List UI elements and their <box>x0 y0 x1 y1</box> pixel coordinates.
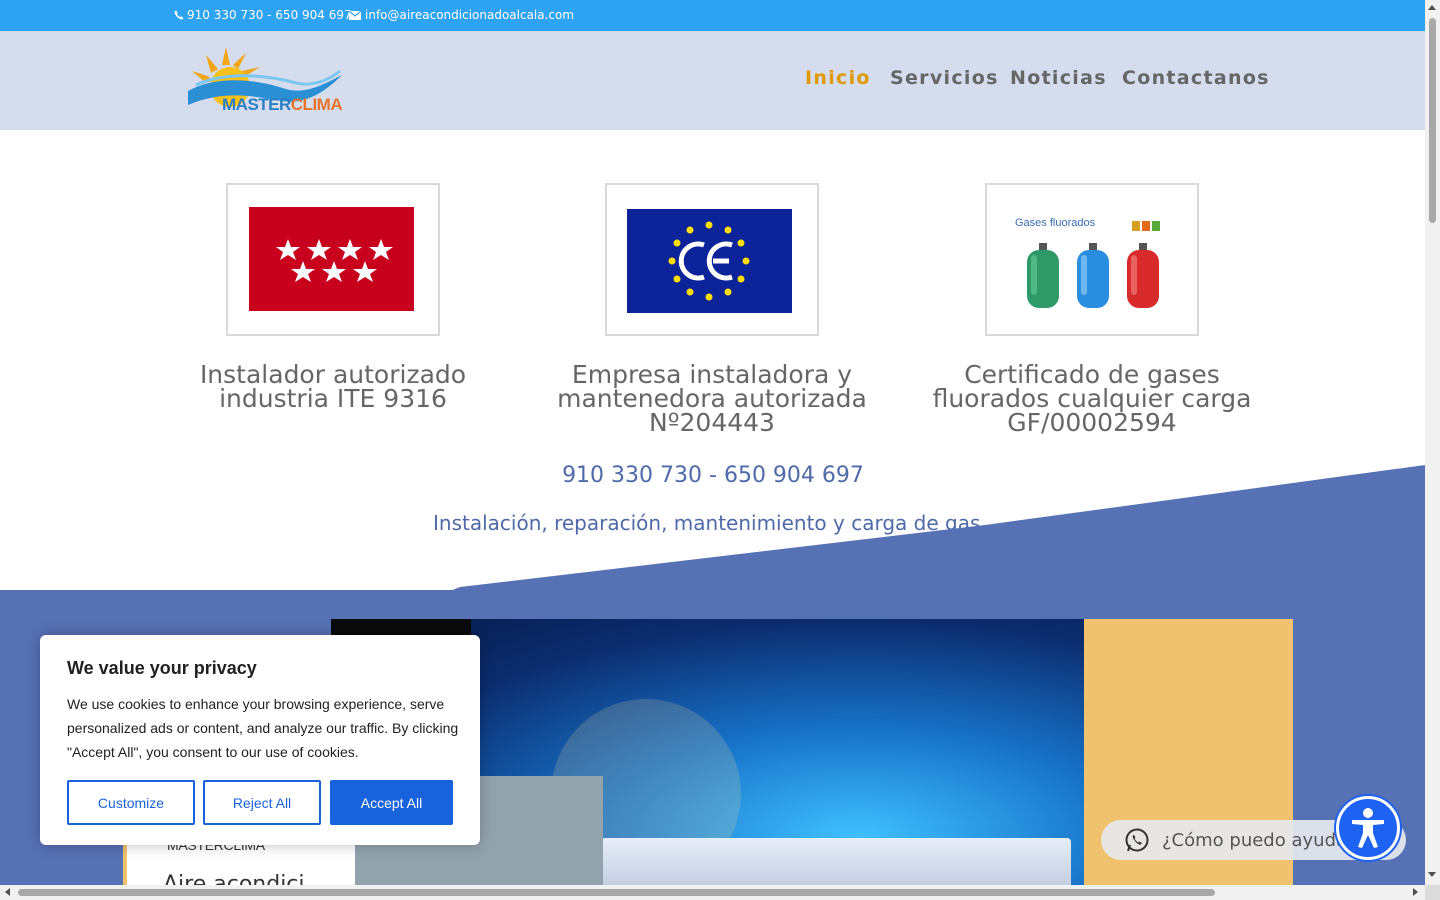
vertical-scrollbar[interactable] <box>1425 0 1440 885</box>
card-title-empresa: Empresa instaladora y mantenedora autori… <box>532 362 892 437</box>
top-phone-text: 910 330 730 - 650 904 697 <box>187 8 352 22</box>
site-header: MASTERCLIMA Inicio Servicios Noticias Co… <box>0 31 1425 130</box>
whatsapp-icon <box>1125 828 1149 852</box>
scrollbar-corner <box>1425 885 1440 900</box>
accessibility-button[interactable] <box>1336 796 1400 860</box>
nav-noticias[interactable]: Noticias <box>1010 67 1107 89</box>
cookie-accept-button[interactable]: Accept All <box>330 780 453 825</box>
cookie-reject-button[interactable]: Reject All <box>203 780 321 825</box>
madrid-flag-icon <box>249 207 414 311</box>
phone-icon <box>174 10 184 20</box>
accessibility-icon <box>1352 808 1384 848</box>
site-logo[interactable]: MASTERCLIMA <box>186 45 344 117</box>
nav-contactanos[interactable]: Contactanos <box>1122 67 1270 89</box>
logo-text: MASTERCLIMA <box>222 95 343 115</box>
whatsapp-label: ¿Cómo puedo ayudarte? <box>1162 829 1342 851</box>
madrid-flag-image <box>226 183 440 336</box>
fluorinated-gases-image: Gases fluorados <box>985 183 1199 336</box>
top-phone[interactable]: 910 330 730 - 650 904 697 <box>174 8 352 22</box>
card-2-line-3: Nº204443 <box>649 408 775 437</box>
card-title-ite: Instalador autorizado industria ITE 9316 <box>153 362 513 413</box>
logo-word-master: MASTER <box>222 95 291 114</box>
cookie-title: We value your privacy <box>67 658 257 678</box>
scroll-up-arrow-icon[interactable] <box>1428 5 1436 10</box>
card-3-line-3: GF/00002594 <box>1007 408 1177 437</box>
top-email-text: info@aireacondicionadoalcala.com <box>365 8 575 22</box>
gases-label: Gases fluorados <box>1015 217 1096 229</box>
ce-mark-icon <box>627 209 792 313</box>
scroll-left-arrow-icon[interactable] <box>5 888 10 896</box>
top-bar: 910 330 730 - 650 904 697 info@aireacond… <box>0 0 1425 31</box>
email-icon <box>349 10 361 20</box>
logo-word-clima: CLIMA <box>290 95 343 114</box>
cookie-body: We use cookies to enhance your browsing … <box>67 696 459 760</box>
vertical-scroll-thumb[interactable] <box>1429 18 1436 223</box>
nav-inicio[interactable]: Inicio <box>805 67 871 89</box>
card-1-line-2: industria ITE 9316 <box>219 384 447 413</box>
horizontal-scrollbar[interactable] <box>0 885 1425 900</box>
gas-cylinders-icon <box>1027 221 1160 308</box>
card-title-gases: Certificado de gases fluorados cualquier… <box>912 362 1272 437</box>
horizontal-scroll-thumb[interactable] <box>18 889 1215 896</box>
cookie-consent-dialog: We value your privacy We use cookies to … <box>40 635 480 845</box>
cookie-customize-button[interactable]: Customize <box>67 780 195 825</box>
nav-servicios[interactable]: Servicios <box>890 67 999 89</box>
scroll-right-arrow-icon[interactable] <box>1413 888 1418 896</box>
top-email[interactable]: info@aireacondicionadoalcala.com <box>349 8 574 22</box>
ce-mark-image <box>605 183 819 336</box>
scroll-down-arrow-icon[interactable] <box>1428 872 1436 877</box>
slanted-divider <box>440 465 1425 595</box>
